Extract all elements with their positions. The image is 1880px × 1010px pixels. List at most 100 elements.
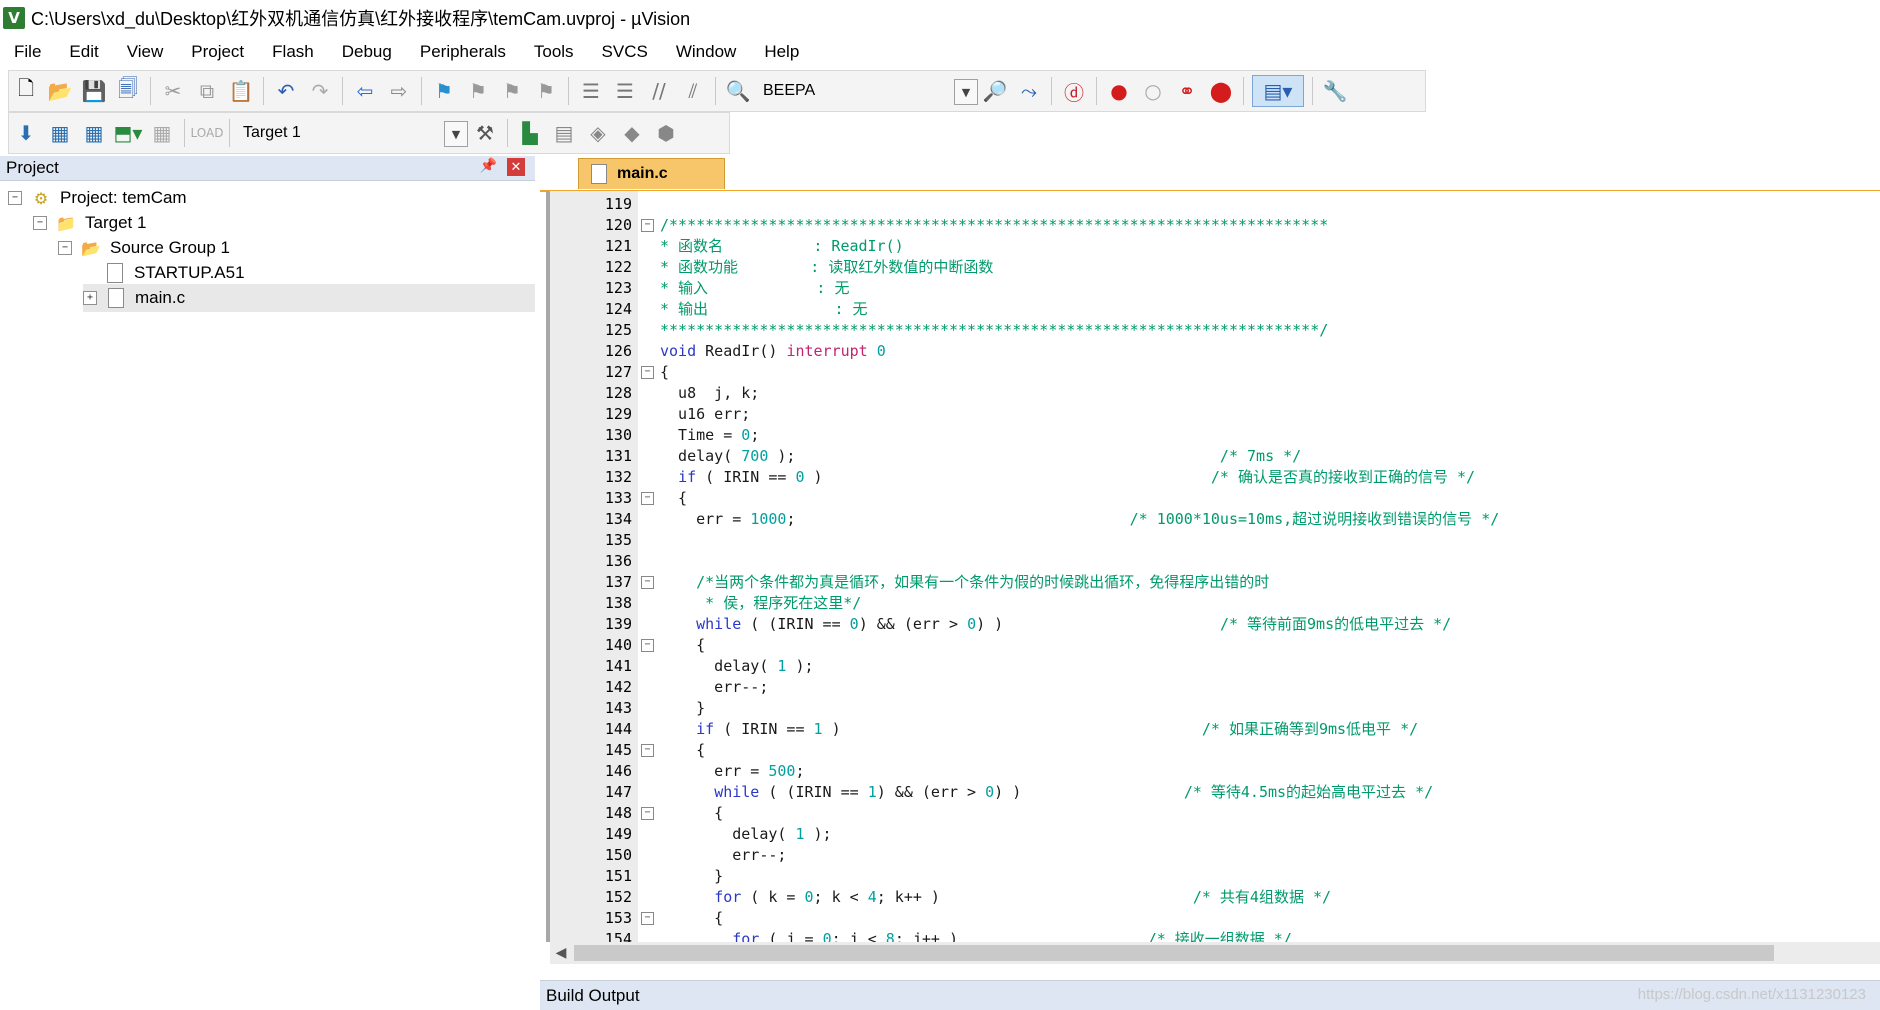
kill-all-breakpoints-icon[interactable]: ⬤ [1207,76,1235,106]
scrollbar-thumb[interactable] [574,945,1774,961]
menu-svcs[interactable]: SVCS [588,36,662,68]
code-line[interactable]: 123 * 输入 : 无 [550,278,1880,299]
code-line[interactable]: 121 * 函数名 : ReadIr() [550,236,1880,257]
event-recorder-icon[interactable]: ⬢ [652,118,680,148]
fold-toggle-icon[interactable]: − [641,912,654,925]
select-packs-icon[interactable]: ◈ [584,118,612,148]
tree-item-startup[interactable]: STARTUP.A51 [104,259,245,287]
code-line[interactable]: 119 [550,194,1880,215]
pin-icon[interactable]: 📌 [480,158,497,174]
manage-components-icon[interactable]: ▙ [516,118,544,148]
new-file-icon[interactable]: 🗋 [12,76,40,106]
find-combo[interactable]: BEEPA ▼ [755,77,978,105]
tree-item-main-c[interactable]: + main.c [83,284,535,312]
code-line[interactable]: 138 * 侯，程序死在这里*/ [550,593,1880,614]
indent-icon[interactable]: ☰ [577,76,605,106]
stop-build-icon[interactable]: ▦ [148,118,176,148]
code-line[interactable]: 147 while ( (IRIN == 1) && (err > 0) ) /… [550,782,1880,803]
scroll-left-icon[interactable]: ◀ [550,942,572,964]
code-line[interactable]: 148− { [550,803,1880,824]
code-line[interactable]: 143 } [550,698,1880,719]
save-icon[interactable]: 💾 [80,76,108,106]
paste-icon[interactable]: 📋 [227,76,255,106]
code-line[interactable]: 131 delay( 700 ); /* 7ms */ [550,446,1880,467]
code-line[interactable]: 120−/***********************************… [550,215,1880,236]
build-icon[interactable]: ▦ [46,118,74,148]
fold-toggle-icon[interactable]: − [641,366,654,379]
code-line[interactable]: 133− { [550,488,1880,509]
prev-bookmark-icon[interactable]: ⚑ [464,76,492,106]
code-editor[interactable]: 119 120−/********************************… [546,191,1880,942]
fold-toggle-icon[interactable]: − [641,219,654,232]
code-line[interactable]: 154 for ( j = 0; j < 8; j++ ) /* 接收一组数据 … [550,929,1880,942]
code-line[interactable]: 122 * 函数功能 : 读取红外数值的中断函数 [550,257,1880,278]
menu-edit[interactable]: Edit [55,36,112,68]
open-folder-icon[interactable]: 📂 [46,76,74,106]
chevron-down-icon[interactable]: ▼ [444,121,468,147]
code-line[interactable]: 146 err = 500; [550,761,1880,782]
rebuild-icon[interactable]: ▦ [80,118,108,148]
fold-toggle-icon[interactable]: − [641,576,654,589]
fold-toggle-icon[interactable]: − [641,807,654,820]
bookmark-icon[interactable]: ⚑ [430,76,458,106]
code-line[interactable]: 124 * 输出 : 无 [550,299,1880,320]
manage-runtime-icon[interactable]: ▤ [550,118,578,148]
menu-flash[interactable]: Flash [258,36,328,68]
code-line[interactable]: 136 [550,551,1880,572]
insert-breakpoint-icon[interactable]: ● [1105,76,1133,106]
menu-peripherals[interactable]: Peripherals [406,36,520,68]
code-line[interactable]: 145− { [550,740,1880,761]
tree-item-group[interactable]: − 📂 Source Group 1 [58,234,230,262]
code-line[interactable]: 125 *************************************… [550,320,1880,341]
code-line[interactable]: 132 if ( IRIN == 0 ) /* 确认是否真的接收到正确的信号 *… [550,467,1880,488]
code-line[interactable]: 150 err--; [550,845,1880,866]
uncomment-icon[interactable]: ⫽ [679,76,707,106]
batch-build-icon[interactable]: ⬒▾ [114,118,143,148]
find-in-files-icon[interactable]: 🔍 [724,76,752,106]
close-icon[interactable]: ✕ [507,158,525,176]
target-options-icon[interactable]: ⚒ [471,118,499,148]
tab-main-c[interactable]: main.c [578,158,725,189]
code-line[interactable]: 128 u8 j, k; [550,383,1880,404]
find-icon[interactable]: 🔎 [981,76,1009,106]
code-line[interactable]: 152 for ( k = 0; k < 4; k++ ) /* 共有4组数据 … [550,887,1880,908]
fold-toggle-icon[interactable]: − [641,744,654,757]
navigate-back-icon[interactable]: ⇦ [351,76,379,106]
pack-installer-icon[interactable]: ◆ [618,118,646,148]
debug-session-icon[interactable]: ⓓ [1060,76,1088,106]
chevron-down-icon[interactable]: ▼ [954,79,978,105]
redo-icon[interactable]: ↷ [306,76,334,106]
menu-tools[interactable]: Tools [520,36,588,68]
undo-icon[interactable]: ↶ [272,76,300,106]
cut-icon[interactable]: ✂ [159,76,187,106]
code-line[interactable]: 130 Time = 0; [550,425,1880,446]
code-line[interactable]: 149 delay( 1 ); [550,824,1880,845]
fold-toggle-icon[interactable]: − [641,492,654,505]
copy-icon[interactable]: ⧉ [193,76,221,106]
code-line[interactable]: 129 u16 err; [550,404,1880,425]
menu-project[interactable]: Project [177,36,258,68]
download-icon[interactable]: LOAD [191,118,224,148]
code-line[interactable]: 142 err--; [550,677,1880,698]
disable-all-breakpoints-icon[interactable]: ⚭ [1173,76,1201,106]
code-line[interactable]: 144 if ( IRIN == 1 ) /* 如果正确等到9ms低电平 */ [550,719,1880,740]
menu-window[interactable]: Window [662,36,750,68]
incremental-find-icon[interactable]: ⤳ [1015,76,1043,106]
menu-view[interactable]: View [113,36,178,68]
code-line[interactable]: 141 delay( 1 ); [550,656,1880,677]
expand-icon[interactable]: + [83,291,97,305]
unindent-icon[interactable]: ☰ [611,76,639,106]
collapse-icon[interactable]: − [58,241,72,255]
code-line[interactable]: 126 void ReadIr() interrupt 0 [550,341,1880,362]
code-line[interactable]: 139 while ( (IRIN == 0) && (err > 0) ) /… [550,614,1880,635]
comment-icon[interactable]: // [645,76,673,106]
next-bookmark-icon[interactable]: ⚑ [498,76,526,106]
translate-icon[interactable]: ⬇ [12,118,40,148]
save-all-icon[interactable]: 🗐 [114,76,142,106]
window-layout-icon[interactable]: ▤▾ [1252,75,1304,107]
target-select[interactable]: Target 1 ▼ [235,119,468,147]
menu-file[interactable]: File [0,36,55,68]
configure-tools-icon[interactable]: 🔧 [1321,76,1349,106]
code-line[interactable]: 151 } [550,866,1880,887]
navigate-forward-icon[interactable]: ⇨ [385,76,413,106]
